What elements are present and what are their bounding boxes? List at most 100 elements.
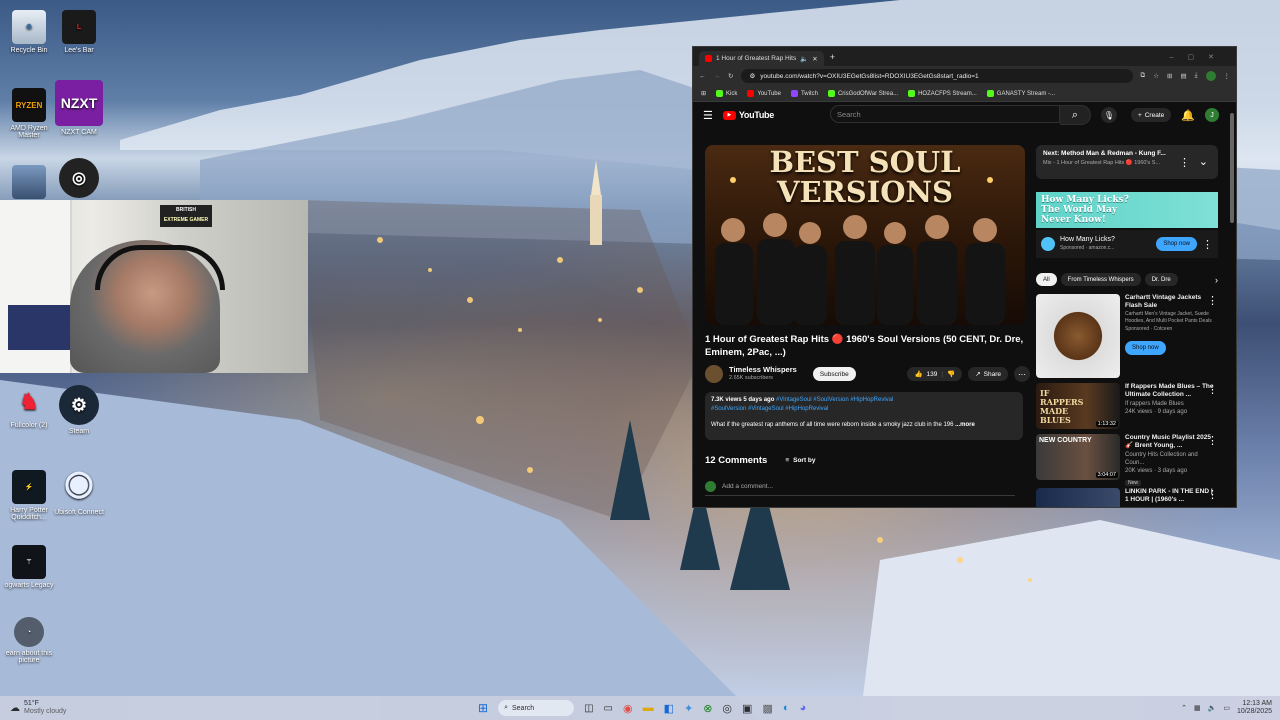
product-shop-now-button[interactable]: Shop now	[1125, 341, 1166, 355]
widgets-icon[interactable]: ◫	[584, 703, 593, 714]
window-controls[interactable]: –▢✕	[1170, 53, 1228, 61]
app-icon[interactable]: ✦	[684, 702, 693, 715]
hashtags-line2[interactable]: #SoulVersion #VintageSoul #HipHopRevival	[711, 405, 1017, 414]
page-scrollbar[interactable]	[1230, 113, 1234, 223]
install-icon[interactable]: ⧉	[1141, 72, 1146, 80]
up-next-panel[interactable]: Next: Method Man & Redman - Kung F... Mi…	[1036, 145, 1218, 179]
subscribe-button[interactable]: Subscribe	[812, 367, 856, 381]
description-box[interactable]: 7.3K views 5 days ago #VintageSoul #Soul…	[705, 392, 1023, 440]
desktop-icon-hogwarts[interactable]: ⚚ ogwarts Legacy	[0, 545, 58, 589]
related-video[interactable]: NEW COUNTRY 3:04:07 Country Music Playli…	[1036, 434, 1218, 487]
site-info-icon[interactable]: ⚙	[749, 72, 755, 80]
share-button[interactable]: ↗ Share	[968, 367, 1008, 381]
desktop-icon-obs[interactable]: ◎	[50, 158, 108, 201]
sort-button[interactable]: ≡ Sort by	[785, 457, 815, 464]
app-icon[interactable]: ▣	[742, 702, 752, 715]
thumbs-up-icon: 👍	[914, 371, 923, 378]
youtube-favicon-icon	[705, 55, 712, 62]
download-icon[interactable]: ⤓	[1195, 72, 1198, 80]
bookmark-hozacfps[interactable]: HOZACFPS Stream...	[908, 90, 977, 97]
related-video[interactable]: LINKIN PARK - IN THE END | 1 HOUR | (196…	[1036, 488, 1218, 507]
ad-shop-now-button[interactable]: Shop now	[1156, 237, 1197, 251]
account-avatar[interactable]: J	[1204, 108, 1219, 122]
mute-icon[interactable]: 🔈	[800, 55, 808, 63]
obs-icon[interactable]: ◎	[722, 702, 732, 715]
extensions-icon[interactable]: ⊞	[1167, 72, 1172, 80]
forward-icon[interactable]: →	[714, 73, 721, 80]
bookmark-ganasty[interactable]: GANASTY Stream -...	[986, 90, 1055, 97]
bookmark-crisgodofwar[interactable]: CrisGodOfWar Strea...	[827, 90, 898, 97]
profile-avatar[interactable]	[1205, 71, 1216, 81]
related-menu-icon[interactable]: ⋮	[1207, 434, 1218, 447]
add-comment-row[interactable]: Add a comment...	[705, 481, 1015, 496]
chip-label: Dr. Dre	[1151, 276, 1171, 283]
browser-tab[interactable]: 1 Hour of Greatest Rap Hits 🔈 ✕	[699, 51, 824, 66]
create-button[interactable]: + Create	[1130, 108, 1172, 122]
channel-name[interactable]: Timeless Whispers	[729, 365, 797, 374]
sidebar-icon[interactable]: ▤	[1180, 72, 1186, 80]
desktop-icon-ubisoft[interactable]: ◉ Ubisoft Connect	[50, 460, 108, 516]
menu-dots-icon[interactable]: ⋮	[1224, 72, 1231, 80]
product-menu-icon[interactable]: ⋮	[1207, 294, 1218, 307]
battery-icon[interactable]: ▭	[1223, 704, 1230, 712]
channel-avatar[interactable]	[705, 365, 723, 383]
url-bar[interactable]: ⚙ youtube.com/watch?v=OXIU3EGetGs8list=R…	[741, 69, 1133, 83]
desktop-icon-lees-bar[interactable]: L Lee's Bar	[50, 10, 108, 54]
related-menu-icon[interactable]: ⋮	[1207, 488, 1218, 501]
discord-icon[interactable]: ◕	[800, 702, 807, 714]
hashtags-line1[interactable]: #VintageSoul #SoulVersion #HipHopRevival	[776, 397, 893, 403]
like-button[interactable]: 👍 139 | 👎	[907, 367, 963, 381]
volume-icon[interactable]: 🔈	[1208, 704, 1217, 712]
video-player[interactable]: BEST SOUL VERSIONS	[705, 145, 1025, 325]
youtube-logo[interactable]: ▶ YouTube	[722, 110, 774, 120]
clock[interactable]: 12:13 AM 10/28/2025	[1237, 700, 1272, 716]
search-button[interactable]: ⌕	[1059, 105, 1091, 125]
browser-window[interactable]: 1 Hour of Greatest Rap Hits 🔈 ✕ + –▢✕ ← …	[692, 46, 1237, 508]
chip-all[interactable]: All	[1036, 273, 1057, 286]
thumbs-down-icon[interactable]: 👎	[947, 370, 955, 378]
desktop-icon-steam[interactable]: ⚙ Steam	[50, 385, 108, 435]
edge-icon[interactable]: ◐	[783, 702, 790, 714]
chip-from-channel[interactable]: From Timeless Whispers	[1060, 273, 1141, 286]
chevron-right-icon[interactable]: ›	[1215, 275, 1218, 285]
more-link[interactable]: ...more	[955, 422, 975, 428]
network-icon[interactable]: ▦	[1194, 704, 1201, 712]
bookmark-twitch[interactable]: Twitch	[790, 90, 818, 97]
related-menu-icon[interactable]: ⋮	[1207, 383, 1218, 396]
add-comment-input[interactable]: Add a comment...	[722, 483, 773, 490]
new-tab-icon[interactable]: +	[830, 52, 835, 62]
bookmark-kick[interactable]: Kick	[716, 90, 737, 97]
headphones-icon	[95, 245, 225, 290]
sponsored-product-card[interactable]: Carhartt Vintage Jackets Flash Sale Carh…	[1036, 294, 1218, 378]
youtube-search-input[interactable]: Search	[829, 105, 1060, 123]
task-view-icon[interactable]: ▭	[604, 703, 613, 714]
desktop-icon-nzxt-cam[interactable]: NZXT NZXT CAM	[50, 80, 108, 136]
tray-chevron-icon[interactable]: ⌃	[1181, 704, 1187, 712]
up-next-menu-icon[interactable]: ⋮	[1179, 156, 1190, 169]
taskbar-search[interactable]: ⌕ Search	[498, 700, 575, 716]
apps-grid-icon[interactable]: ⊞	[701, 90, 706, 97]
chip-dr-dre[interactable]: Dr. Dre	[1144, 273, 1178, 286]
hamburger-menu-icon[interactable]: ☰	[703, 109, 713, 122]
voice-search-button[interactable]: 🎙	[1100, 107, 1117, 123]
file-explorer-icon[interactable]: ▬	[643, 702, 654, 714]
desktop-icon-spotlight[interactable]: ◔ earn about this picture	[0, 617, 58, 664]
ad-menu-icon[interactable]: ⋮	[1202, 238, 1213, 251]
back-icon[interactable]: ←	[699, 73, 706, 80]
chrome-icon[interactable]: ◉	[623, 702, 633, 715]
bookmark-star-icon[interactable]: ☆	[1153, 72, 1159, 80]
weather-widget[interactable]: ☁ 51°F Mostly cloudy	[10, 700, 66, 716]
xbox-icon[interactable]: ⊗	[703, 702, 712, 715]
close-tab-icon[interactable]: ✕	[812, 55, 817, 63]
ad-banner[interactable]: How Many Licks? The World May Never Know…	[1036, 192, 1218, 228]
chevron-down-icon[interactable]: ⌄	[1199, 155, 1208, 168]
more-actions-button[interactable]: ⋯	[1014, 366, 1030, 382]
store-icon[interactable]: ◧	[664, 702, 674, 715]
windows-start-icon[interactable]: ⊞	[478, 701, 488, 715]
app-icon[interactable]: ▩	[762, 702, 772, 715]
notifications-bell-icon[interactable]: 🔔	[1181, 109, 1195, 122]
bookmark-youtube[interactable]: YouTube	[747, 90, 781, 97]
reload-icon[interactable]: ↻	[728, 72, 733, 80]
related-video[interactable]: IF RAPPERS MADE BLUES 1:13:32 If Rappers…	[1036, 383, 1218, 429]
ad-banner-line2: The World May	[1041, 205, 1118, 215]
